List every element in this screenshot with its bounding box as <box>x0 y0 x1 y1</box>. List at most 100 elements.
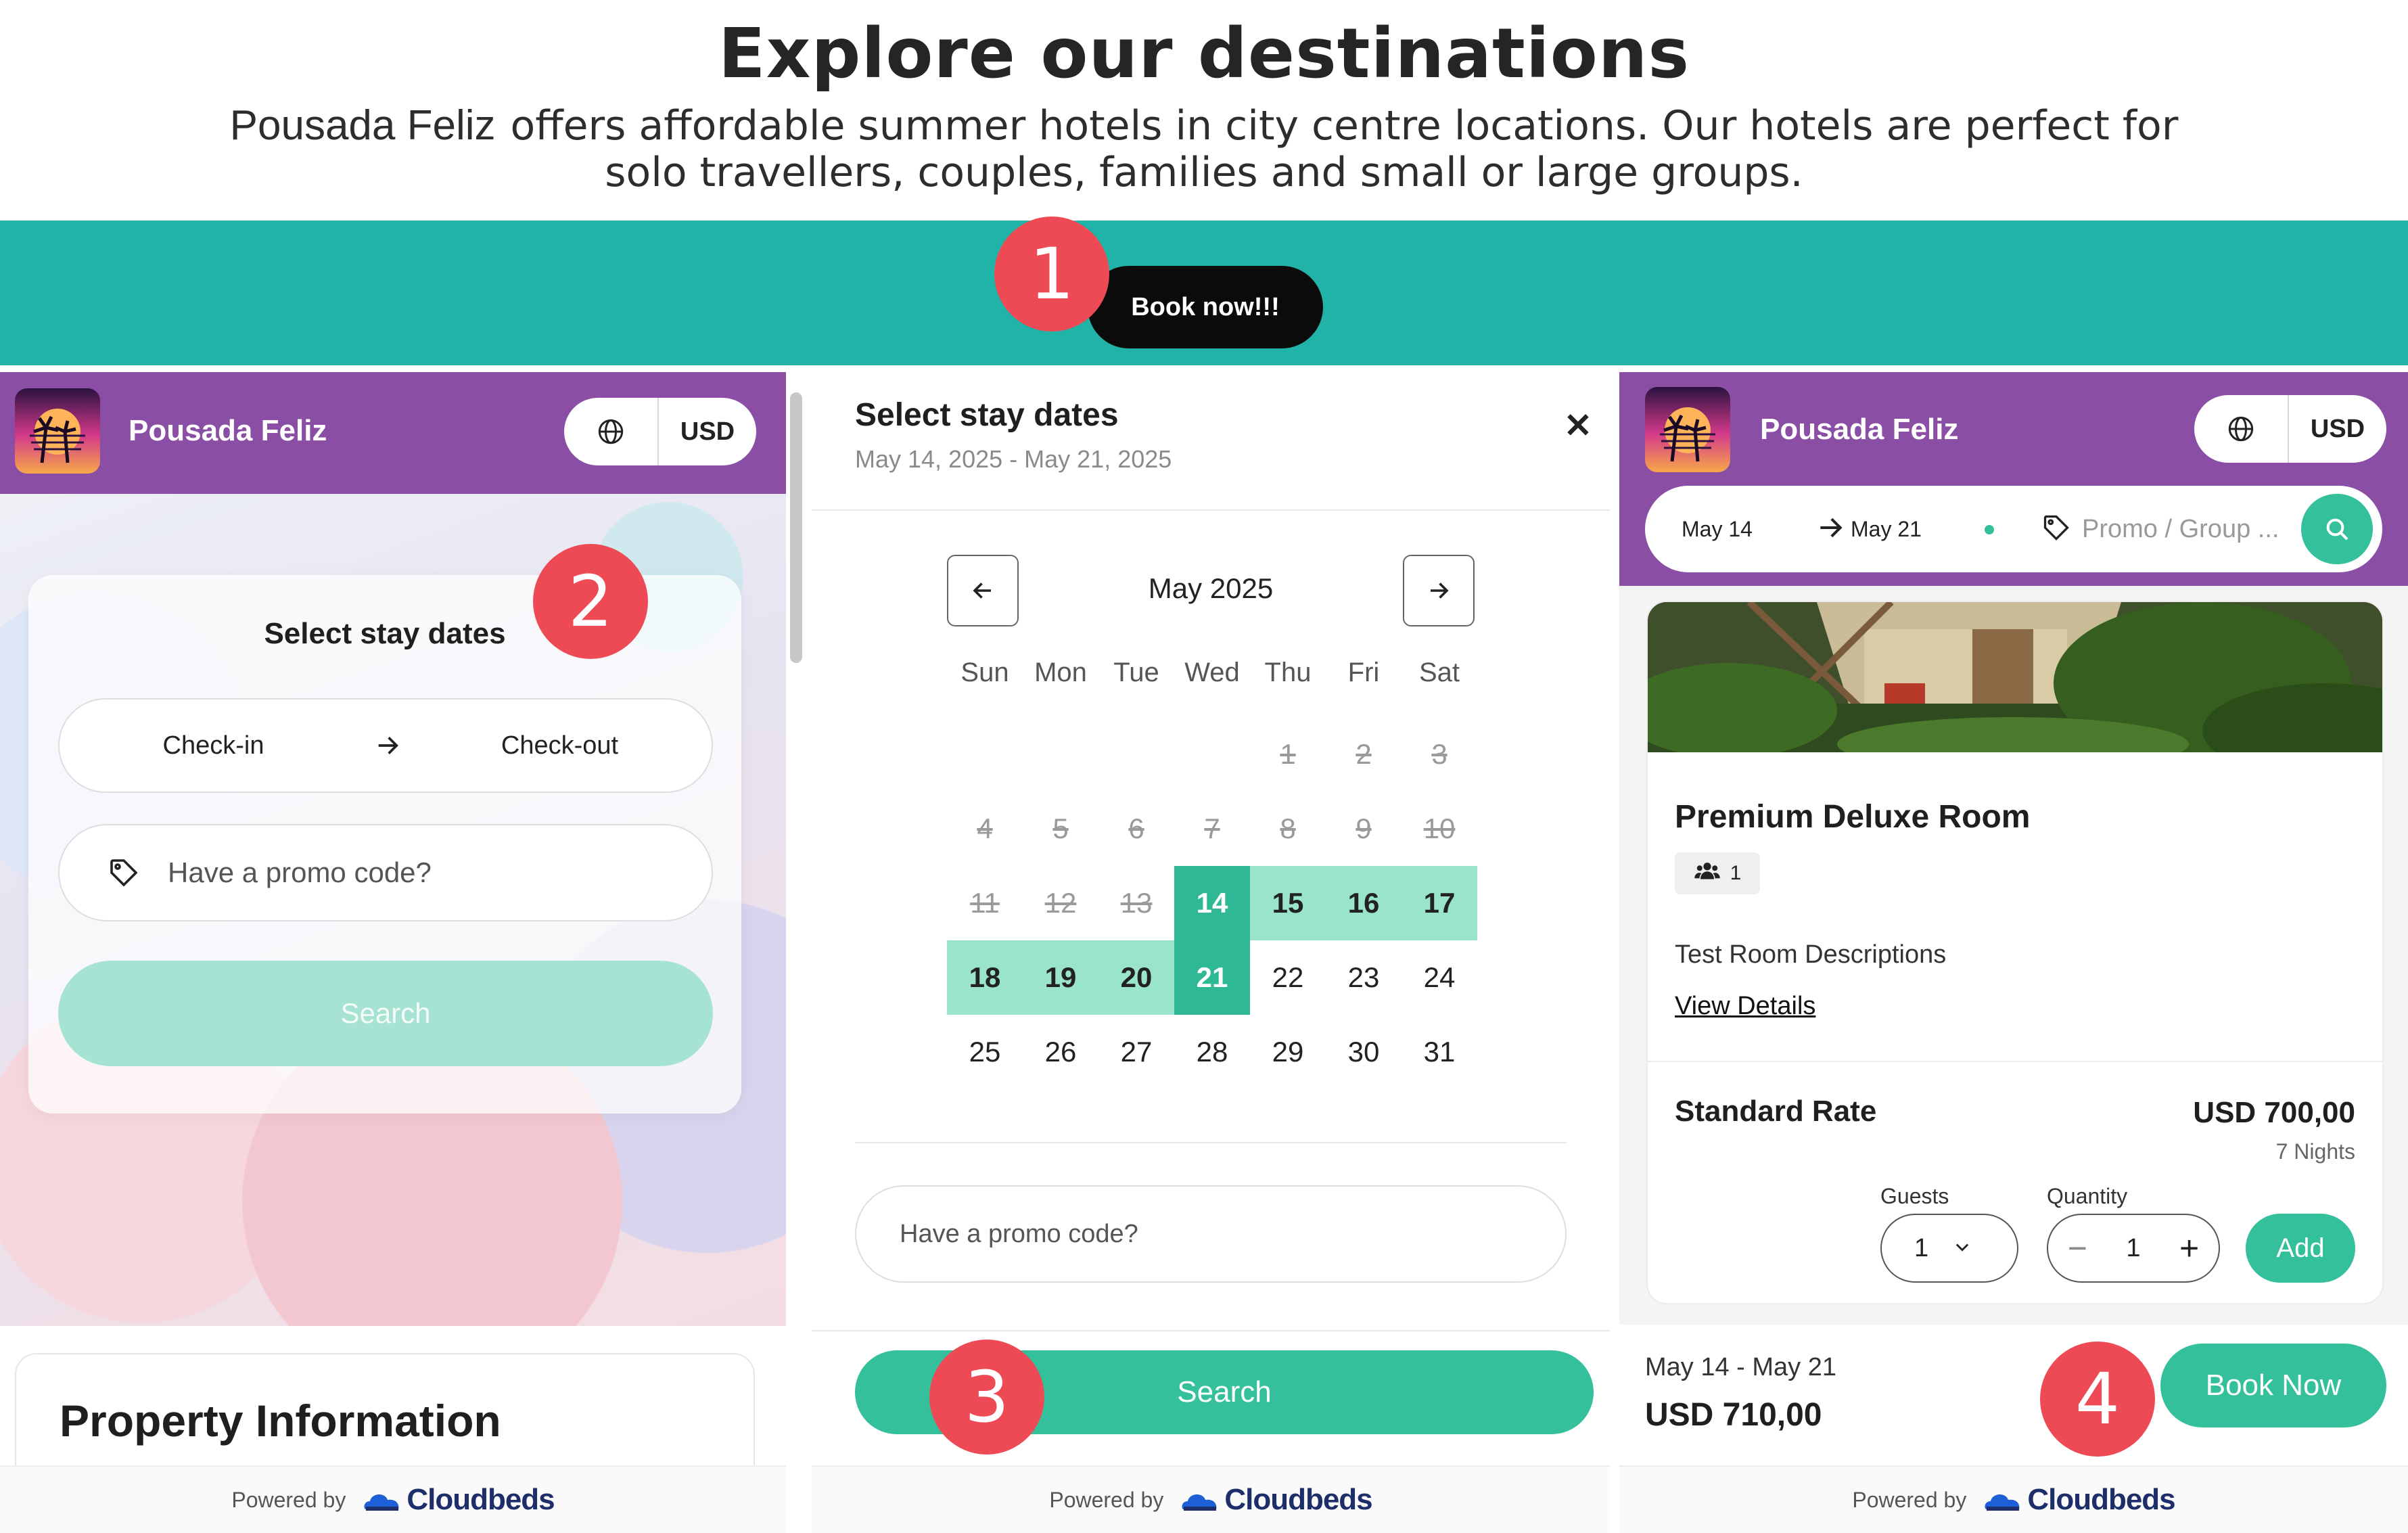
tag-icon <box>2041 513 2071 548</box>
powered-by-label: Powered by <box>1852 1487 1967 1512</box>
page-title: Explore our destinations <box>718 14 1690 94</box>
cloudbeds-wordmark: Cloudbeds <box>1224 1483 1372 1516</box>
scrollbar[interactable] <box>790 392 802 663</box>
widget-header: Pousada Feliz USD May 14 May 21 Promo / … <box>1619 372 2408 586</box>
minus-icon[interactable]: − <box>2068 1229 2087 1268</box>
step-marker-2: 2 <box>533 544 648 659</box>
cloudbeds-logo[interactable]: Cloudbeds <box>1180 1483 1373 1517</box>
cloudbeds-logo[interactable]: Cloudbeds <box>1983 1483 2176 1517</box>
calendar-day-7: 7 <box>1204 813 1220 844</box>
quantity-stepper[interactable]: − 1 + <box>2047 1214 2220 1283</box>
promo-group-input[interactable]: Promo / Group ... <box>2082 515 2279 544</box>
next-month-button[interactable] <box>1403 555 1475 626</box>
chevron-down-icon <box>1953 1234 1972 1263</box>
property-logo <box>1645 387 1730 472</box>
date-picker-modal: Select stay dates May 14, 2025 - May 21,… <box>812 372 1610 1533</box>
arrow-right-icon <box>1815 513 1845 548</box>
calendar-day-21[interactable]: 21 <box>1174 940 1250 1015</box>
calendar-day-31[interactable]: 31 <box>1402 1015 1477 1089</box>
calendar-day-19[interactable]: 19 <box>1023 940 1098 1015</box>
divider <box>1648 1061 2382 1062</box>
calendar-day-26[interactable]: 26 <box>1023 1015 1098 1089</box>
weekday-header: Mon <box>1034 658 1087 687</box>
powered-by-label: Powered by <box>231 1487 346 1512</box>
calendar-day-2: 2 <box>1356 738 1372 770</box>
previous-month-button[interactable] <box>947 555 1019 626</box>
guests-label: Guests <box>1880 1184 1949 1208</box>
quantity-value: 1 <box>2126 1233 2141 1262</box>
weekday-header: Wed <box>1184 658 1240 687</box>
book-now-banner-button[interactable]: Book now!!! <box>1088 266 1323 348</box>
weekday-header: Sun <box>960 658 1009 687</box>
calendar-day-17[interactable]: 17 <box>1402 866 1477 940</box>
calendar-day-9: 9 <box>1356 813 1372 844</box>
property-name: Pousada Feliz <box>1760 413 1959 446</box>
booking-summary-bar: May 14 - May 21 USD 710,00 Book Now <box>1619 1325 2408 1467</box>
calendar-day-4: 4 <box>977 813 993 844</box>
calendar-day-6: 6 <box>1128 813 1144 844</box>
separator-dot <box>1985 525 1994 534</box>
language-currency-toggle[interactable]: USD <box>564 398 756 465</box>
calendar-day-24[interactable]: 24 <box>1402 940 1477 1015</box>
intro-line-1: Pousada Feliz offers affordable summer ho… <box>0 101 2408 150</box>
cloudbeds-wordmark: Cloudbeds <box>407 1483 555 1516</box>
users-icon <box>1694 861 1721 886</box>
step-marker-3: 3 <box>929 1340 1044 1455</box>
calendar-day-10: 10 <box>1423 813 1456 844</box>
globe-icon[interactable] <box>2194 395 2289 463</box>
calendar-day-16[interactable]: 16 <box>1326 866 1402 940</box>
date-range-field[interactable]: Check-in Check-out <box>58 698 713 793</box>
cloudbeds-logo[interactable]: Cloudbeds <box>362 1483 555 1517</box>
calendar-day-29[interactable]: 29 <box>1250 1015 1326 1089</box>
occupancy-badge: 1 <box>1675 852 1760 894</box>
calendar-day-18[interactable]: 18 <box>947 940 1023 1015</box>
calendar-day-14[interactable]: 14 <box>1174 866 1250 940</box>
calendar-day-22[interactable]: 22 <box>1250 940 1326 1015</box>
powered-by-footer: Powered by Cloudbeds <box>1619 1465 2408 1533</box>
globe-icon[interactable] <box>564 398 659 465</box>
cloudbeds-wordmark: Cloudbeds <box>2027 1483 2175 1516</box>
book-now-button[interactable]: Book Now <box>2160 1344 2386 1427</box>
tag-icon <box>87 856 161 889</box>
calendar-day-15[interactable]: 15 <box>1250 866 1326 940</box>
intro-text-1: offers affordable summer hotels in city … <box>510 102 2179 150</box>
property-logo <box>15 388 100 474</box>
section-title: Property Information <box>60 1396 501 1446</box>
currency-selector[interactable]: USD <box>2289 395 2386 463</box>
calendar-day-25[interactable]: 25 <box>947 1015 1023 1089</box>
plus-icon[interactable]: + <box>2179 1229 2199 1268</box>
check-out-field[interactable]: Check-out <box>408 731 712 760</box>
step-marker-1: 1 <box>994 216 1109 331</box>
booking-widget-panel: Pousada Feliz USD Select stay dates Chec… <box>0 372 786 1533</box>
calendar-day-20[interactable]: 20 <box>1098 940 1174 1015</box>
powered-by-footer: Powered by Cloudbeds <box>0 1465 786 1533</box>
weekday-header: Sat <box>1418 658 1460 687</box>
hero-section: Explore our destinations Pousada Feliz of… <box>0 0 2408 221</box>
intro-line-2: solo travellers, couples, families and s… <box>605 149 1803 196</box>
calendar-day-30[interactable]: 30 <box>1326 1015 1402 1089</box>
view-details-link[interactable]: View Details <box>1675 992 1815 1021</box>
calendar-day-28[interactable]: 28 <box>1174 1015 1250 1089</box>
check-in-date[interactable]: May 14 <box>1682 517 1753 542</box>
search-icon[interactable] <box>2301 494 2373 564</box>
promo-code-input[interactable]: Have a promo code? <box>58 824 713 921</box>
guests-select[interactable]: 1 <box>1880 1214 2018 1283</box>
close-icon[interactable]: ✕ <box>1564 406 1592 445</box>
powered-by-label: Powered by <box>1049 1487 1164 1512</box>
widget-header: Pousada Feliz USD <box>0 372 786 494</box>
language-currency-toggle[interactable]: USD <box>2194 395 2386 463</box>
search-button[interactable]: Search <box>58 961 713 1066</box>
add-room-button[interactable]: Add <box>2246 1214 2355 1283</box>
promo-code-input[interactable]: Have a promo code? <box>855 1185 1567 1283</box>
currency-selector[interactable]: USD <box>659 398 756 465</box>
check-out-date[interactable]: May 21 <box>1851 517 1922 542</box>
room-description: Test Room Descriptions <box>1675 940 1947 969</box>
divider <box>855 1142 1567 1143</box>
calendar-day-27[interactable]: 27 <box>1098 1015 1174 1089</box>
weekday-header: Thu <box>1264 658 1312 687</box>
check-in-field[interactable]: Check-in <box>60 731 367 760</box>
brand-name: Pousada Feliz <box>229 102 496 149</box>
calendar-day-23[interactable]: 23 <box>1326 940 1402 1015</box>
rate-price: USD 700,00 <box>2193 1096 2355 1129</box>
search-summary-bar[interactable]: May 14 May 21 Promo / Group ... <box>1645 486 2382 572</box>
